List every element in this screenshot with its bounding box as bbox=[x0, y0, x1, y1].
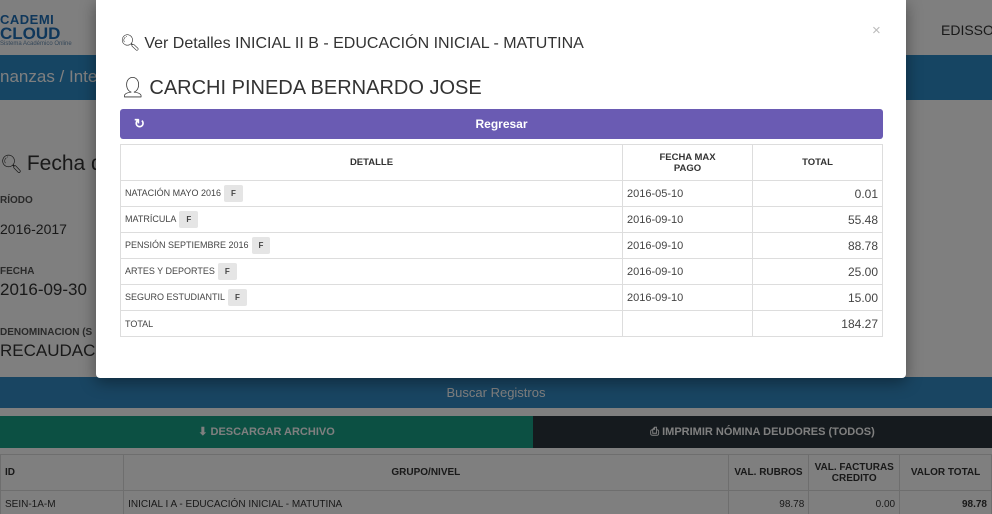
table-row: PENSIÓN SEPTIEMBRE 2016 F 2016-09-10 88.7… bbox=[120, 232, 883, 259]
cell-total: 0.01 bbox=[752, 180, 883, 207]
undo-icon: ↻ bbox=[134, 116, 145, 131]
cell-detalle: SEGURO ESTUDIANTIL F bbox=[120, 284, 623, 311]
cell-detalle: ARTES Y DEPORTES F bbox=[120, 258, 623, 285]
cell-total: 25.00 bbox=[752, 258, 883, 285]
detalle-text: ARTES Y DEPORTES bbox=[125, 265, 215, 276]
cell-detalle: NATACIÓN MAYO 2016 F bbox=[120, 180, 623, 207]
cell-fecha: 2016-09-10 bbox=[622, 206, 753, 233]
cell-fecha: 2016-05-10 bbox=[622, 180, 753, 207]
cell-fecha: 2016-09-10 bbox=[622, 284, 753, 311]
invoice-badge[interactable]: F bbox=[217, 263, 237, 280]
col-total[interactable]: TOTAL bbox=[752, 144, 883, 181]
cell-total: 88.78 bbox=[752, 232, 883, 259]
total-fecha bbox=[622, 310, 753, 337]
table-row: SEGURO ESTUDIANTIL F 2016-09-10 15.00 bbox=[120, 284, 883, 311]
modal-title: 🔍︎ Ver Detalles INICIAL II B - EDUCACIÓN … bbox=[120, 33, 584, 53]
table-row: MATRÍCULA F 2016-09-10 55.48 bbox=[120, 206, 883, 233]
cell-total: 55.48 bbox=[752, 206, 883, 233]
col-fecha-max-pago[interactable]: FECHA MAX PAGO bbox=[622, 144, 753, 181]
detalle-text: NATACIÓN MAYO 2016 bbox=[125, 187, 222, 198]
details-table-header: DETALLE FECHA MAX PAGO TOTAL bbox=[120, 144, 883, 181]
col-fecha-line2: PAGO bbox=[673, 162, 702, 174]
cell-fecha: 2016-09-10 bbox=[622, 232, 753, 259]
cell-detalle: PENSIÓN SEPTIEMBRE 2016 F bbox=[120, 232, 623, 259]
student-name-text: CARCHI PINEDA BERNARDO JOSE bbox=[149, 77, 482, 99]
student-name: 👤︎ CARCHI PINEDA BERNARDO JOSE bbox=[120, 75, 482, 100]
modal-title-text: Ver Detalles INICIAL II B - EDUCACIÓN IN… bbox=[144, 35, 584, 52]
table-row: ARTES Y DEPORTES F 2016-09-10 25.00 bbox=[120, 258, 883, 285]
col-fecha-line1: FECHA MAX bbox=[659, 151, 716, 163]
detalle-text: MATRÍCULA bbox=[125, 213, 177, 224]
col-detalle[interactable]: DETALLE bbox=[120, 144, 623, 181]
table-row: NATACIÓN MAYO 2016 F 2016-05-10 0.01 bbox=[120, 180, 883, 207]
total-amount: 184.27 bbox=[752, 310, 883, 337]
back-button[interactable]: ↻ Regresar bbox=[120, 109, 883, 139]
invoice-badge[interactable]: F bbox=[228, 289, 247, 306]
back-button-label: Regresar bbox=[475, 117, 528, 131]
details-table: DETALLE FECHA MAX PAGO TOTAL NATACIÓN MA… bbox=[120, 144, 883, 337]
cell-total: 15.00 bbox=[752, 284, 883, 311]
close-icon[interactable]: × bbox=[872, 22, 881, 39]
search-icon: 🔍︎ bbox=[120, 35, 141, 52]
invoice-badge[interactable]: F bbox=[251, 237, 271, 254]
user-icon: 👤︎ bbox=[120, 77, 146, 99]
cell-detalle: MATRÍCULA F bbox=[120, 206, 623, 233]
cell-fecha: 2016-09-10 bbox=[622, 258, 753, 285]
detalle-text: SEGURO ESTUDIANTIL bbox=[125, 291, 226, 302]
detalle-text: PENSIÓN SEPTIEMBRE 2016 bbox=[125, 239, 249, 250]
total-label: TOTAL bbox=[120, 310, 623, 337]
details-modal: × 🔍︎ Ver Detalles INICIAL II B - EDUCACIÓ… bbox=[96, 0, 906, 378]
invoice-badge[interactable]: F bbox=[224, 185, 243, 202]
invoice-badge[interactable]: F bbox=[179, 211, 199, 228]
table-total-row: TOTAL 184.27 bbox=[120, 310, 883, 337]
